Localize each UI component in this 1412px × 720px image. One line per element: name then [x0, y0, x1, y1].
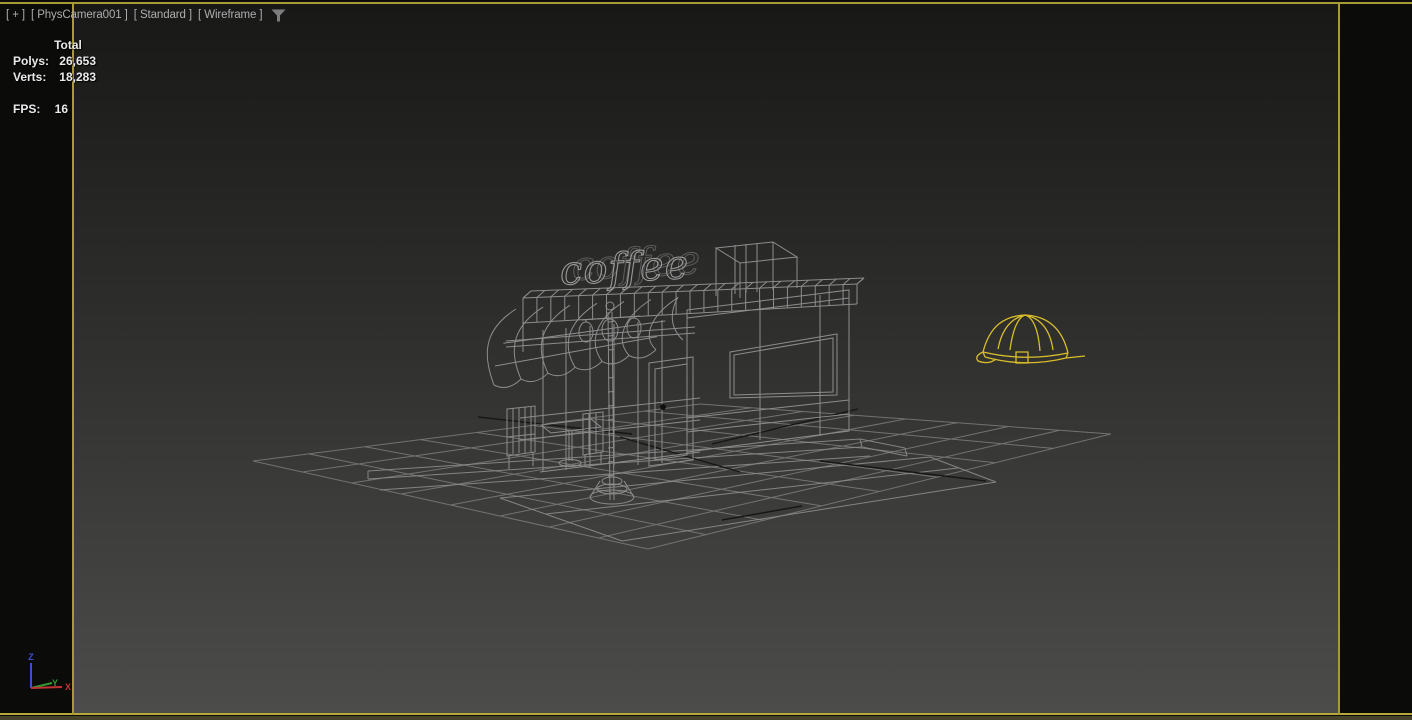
viewport-shading-menu[interactable]: [ Wireframe ]	[198, 9, 263, 21]
safe-frame-border-right	[1338, 2, 1340, 715]
coffee-shop-model[interactable]: coffee coffee	[486, 237, 865, 473]
coffee-sign-text: coffee	[559, 242, 691, 295]
scene-canvas[interactable]: coffee coffee Z Y X	[0, 0, 1412, 720]
street-lamp-model[interactable]	[578, 301, 642, 505]
safe-frame-border-top	[0, 2, 1412, 4]
safe-frame-border-left	[72, 2, 74, 715]
axis-y-label: Y	[52, 678, 58, 688]
viewport-style-menu[interactable]: [ Standard ]	[134, 9, 192, 21]
door-knob	[660, 404, 666, 410]
dome-light-model[interactable]	[976, 314, 1086, 364]
filter-icon[interactable]	[271, 9, 286, 22]
stats-verts-value: 18,283	[59, 70, 96, 84]
table-and-chairs-model[interactable]	[506, 405, 604, 469]
viewport-camera-menu[interactable]: [ PhysCamera001 ]	[31, 9, 128, 21]
world-axis-gizmo: Z Y X	[28, 652, 71, 692]
axis-z-label: Z	[28, 652, 34, 662]
safe-frame-border-bottom	[0, 713, 1412, 715]
stats-fps-value: 16	[54, 102, 68, 116]
axis-x-label: X	[65, 682, 71, 692]
stats-polys-value: 26,653	[59, 54, 96, 68]
viewport-pov-menu[interactable]: [ + ]	[6, 9, 25, 21]
stats-fps-label: FPS:	[13, 102, 41, 116]
stats-total-header: Total	[54, 38, 82, 52]
viewport-label: [ + ] [ PhysCamera001 ] [ Standard ] [ W…	[6, 8, 286, 22]
viewport[interactable]: coffee coffee Z Y X [+] [PhysCamera00…	[0, 0, 1412, 720]
